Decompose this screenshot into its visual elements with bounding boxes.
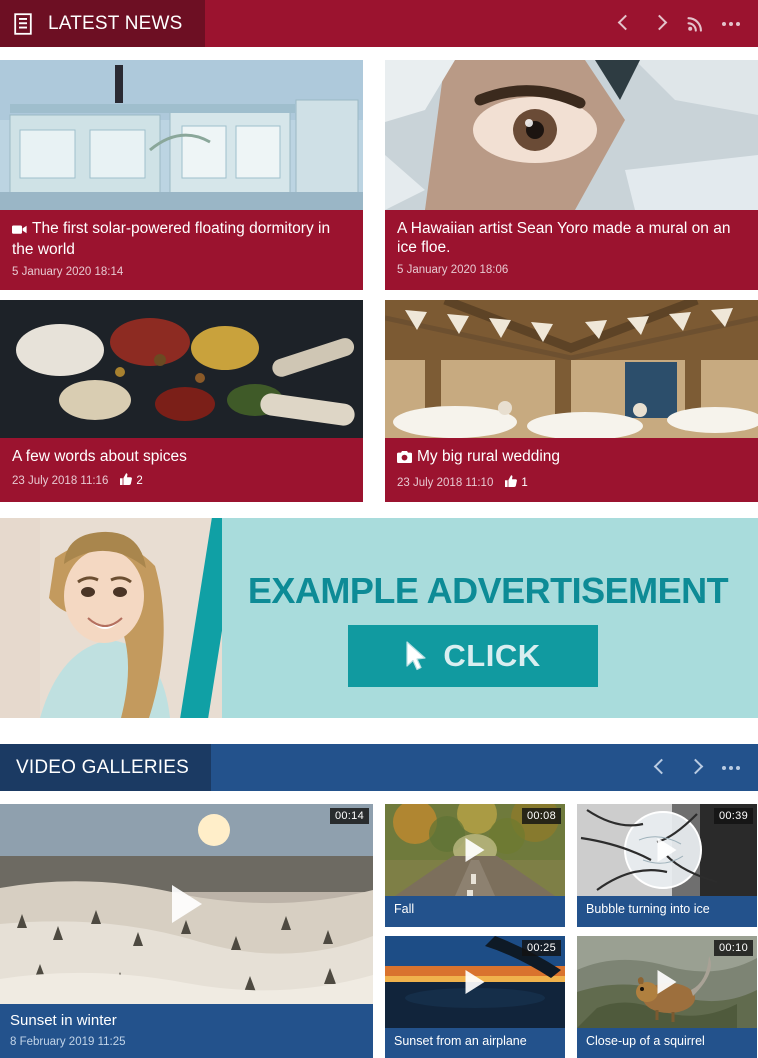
video-caption: Sunset in winter 8 February 2019 11:25 xyxy=(0,1004,373,1058)
advertisement-photo xyxy=(0,518,222,718)
chevron-left-icon[interactable] xyxy=(648,754,670,782)
video-thumbnail[interactable]: 00:08 xyxy=(385,804,565,896)
video-date: 8 February 2019 11:25 xyxy=(10,1036,126,1048)
thumbs-up-icon xyxy=(120,473,133,488)
news-card[interactable]: A few words about spices 23 July 2018 11… xyxy=(0,300,363,502)
news-caption: My big rural wedding 23 July 2018 11:10 … xyxy=(385,438,758,502)
video-title: Fall xyxy=(394,902,415,916)
video-title: Bubble turning into ice xyxy=(586,902,710,916)
news-caption: The first solar-powered floating dormito… xyxy=(0,210,363,290)
video-card[interactable]: 00:25 Sunset from an airplane xyxy=(385,935,565,1058)
latest-news-title: LATEST NEWS xyxy=(46,0,205,47)
news-thumbnail[interactable] xyxy=(0,60,363,210)
news-meta: 23 July 2018 11:10 1 xyxy=(397,475,746,490)
like-count-value: 1 xyxy=(521,476,528,489)
video-caption: Close-up of a squirrel xyxy=(577,1028,757,1057)
news-title: A few words about spices xyxy=(12,448,187,465)
camera-icon xyxy=(397,449,412,468)
video-card[interactable]: 00:10 Close-up of a squirrel xyxy=(577,935,757,1058)
like-count-value: 2 xyxy=(136,474,143,487)
news-title-text: The first solar-powered floating dormito… xyxy=(12,220,331,258)
video-card[interactable]: 00:08 Fall xyxy=(385,804,565,927)
video-galleries-tools xyxy=(648,744,758,791)
video-thumbnail[interactable]: 00:39 xyxy=(577,804,757,896)
chevron-left-icon[interactable] xyxy=(612,10,634,38)
play-icon[interactable] xyxy=(465,838,485,862)
news-thumbnail[interactable] xyxy=(385,300,758,438)
play-icon[interactable] xyxy=(657,969,677,994)
news-caption: A few words about spices 23 July 2018 11… xyxy=(0,438,363,500)
news-card[interactable]: The first solar-powered floating dormito… xyxy=(0,60,363,290)
video-duration-badge: 00:14 xyxy=(329,808,369,824)
latest-news-tools xyxy=(612,0,758,47)
like-count: 2 xyxy=(120,473,143,488)
news-date: 5 January 2020 18:14 xyxy=(12,266,124,278)
chevron-right-icon[interactable] xyxy=(684,754,706,782)
play-icon[interactable] xyxy=(465,969,485,994)
video-thumbnail[interactable]: 00:25 xyxy=(385,935,565,1028)
video-galleries-grid: 00:14 Sunset in winter 8 February 2019 1… xyxy=(0,791,758,1058)
video-card[interactable]: 00:39 Bubble turning into ice xyxy=(577,804,757,927)
latest-news-header: LATEST NEWS xyxy=(0,0,758,47)
video-title: Sunset in winter xyxy=(10,1012,117,1029)
play-icon[interactable] xyxy=(657,838,677,862)
video-duration-badge: 00:25 xyxy=(521,939,561,956)
news-date: 5 January 2020 18:06 xyxy=(397,264,509,276)
video-title: Close-up of a squirrel xyxy=(586,1033,705,1048)
news-caption: A Hawaiian artist Sean Yoro made a mural… xyxy=(385,210,758,288)
rss-icon[interactable] xyxy=(684,10,706,38)
advertisement-banner[interactable]: EXAMPLE ADVERTISEMENT CLICK xyxy=(0,518,758,718)
chevron-right-icon[interactable] xyxy=(648,10,670,38)
video-caption: Bubble turning into ice xyxy=(577,896,757,925)
news-title: A Hawaiian artist Sean Yoro made a mural… xyxy=(397,220,731,256)
video-caption: Sunset from an airplane xyxy=(385,1028,565,1057)
news-meta: 5 January 2020 18:06 xyxy=(397,264,746,276)
video-galleries-title: VIDEO GALLERIES xyxy=(0,744,212,791)
news-thumbnail[interactable] xyxy=(0,300,363,438)
more-options-icon[interactable] xyxy=(720,754,742,782)
news-thumbnail[interactable] xyxy=(385,60,758,210)
more-options-icon[interactable] xyxy=(720,10,742,38)
header-spacer xyxy=(205,0,612,47)
article-list-icon xyxy=(0,0,46,47)
news-date: 23 July 2018 11:10 xyxy=(397,476,494,489)
play-icon[interactable] xyxy=(171,885,202,923)
video-galleries-header: VIDEO GALLERIES xyxy=(0,744,758,791)
news-card[interactable]: My big rural wedding 23 July 2018 11:10 … xyxy=(385,300,758,502)
advertisement-click-button[interactable]: CLICK xyxy=(348,625,598,687)
header-spacer xyxy=(211,744,648,791)
video-thumbnail[interactable]: 00:10 xyxy=(577,935,757,1028)
news-meta: 5 January 2020 18:14 xyxy=(12,266,351,278)
latest-news-grid: The first solar-powered floating dormito… xyxy=(0,47,758,502)
video-title: Sunset from an airplane xyxy=(394,1033,527,1048)
mouse-cursor-icon xyxy=(405,641,427,671)
video-caption: Fall xyxy=(385,896,565,925)
advertisement-headline: EXAMPLE ADVERTISEMENT xyxy=(247,570,729,611)
page-root: LATEST NEWS The first solar-powered floa… xyxy=(0,0,758,1058)
like-count: 1 xyxy=(505,475,528,490)
advertisement-button-label: CLICK xyxy=(443,638,541,673)
video-thumbnail[interactable]: 00:14 xyxy=(0,804,373,1004)
news-meta: 23 July 2018 11:16 2 xyxy=(12,473,351,488)
video-duration-badge: 00:39 xyxy=(713,808,753,824)
featured-video-card[interactable]: 00:14 Sunset in winter 8 February 2019 1… xyxy=(0,804,373,1058)
news-title: The first solar-powered floating dormito… xyxy=(12,219,351,259)
thumbs-up-icon xyxy=(505,475,518,490)
news-title-text: My big rural wedding xyxy=(417,448,561,465)
news-card[interactable]: A Hawaiian artist Sean Yoro made a mural… xyxy=(385,60,758,290)
video-duration-badge: 00:08 xyxy=(521,808,561,824)
video-galleries-section: VIDEO GALLERIES 00:14 Sunset in winter 8… xyxy=(0,744,758,1058)
news-title: My big rural wedding xyxy=(397,447,746,468)
video-duration-badge: 00:10 xyxy=(713,939,753,956)
video-camera-icon xyxy=(12,221,27,240)
news-date: 23 July 2018 11:16 xyxy=(12,474,109,487)
